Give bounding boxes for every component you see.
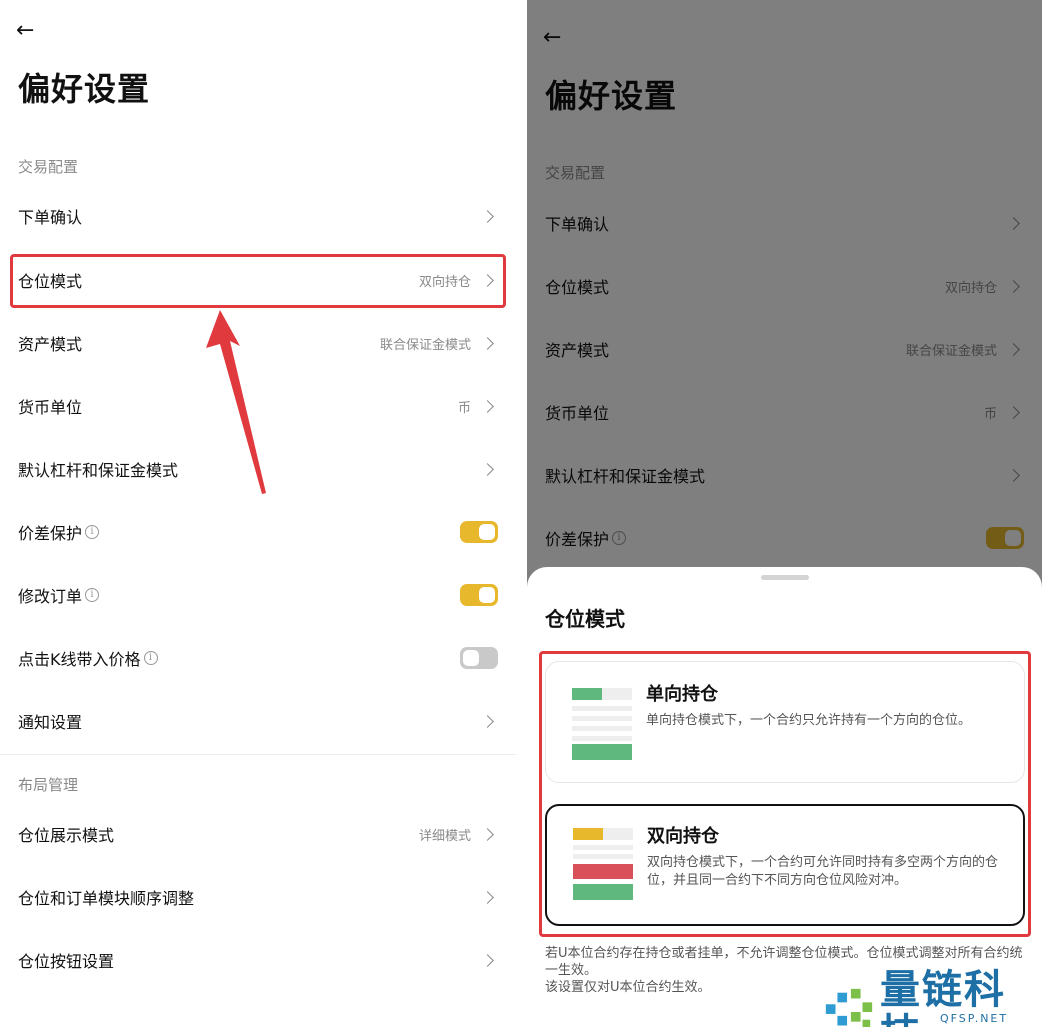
row-label: 资产模式: [18, 335, 83, 354]
row-label: 仓位按钮设置: [18, 952, 115, 971]
back-arrow-icon[interactable]: ←: [16, 20, 34, 42]
panel-gap: [516, 0, 527, 1006]
position-mode-sheet: 仓位模式 单向持仓 单向持仓模式下，一个合约只允许持有一个方向的仓位。 双向持仓…: [527, 567, 1042, 1006]
chevron-right-icon: [481, 714, 494, 728]
sheet-grabber[interactable]: [761, 575, 809, 580]
row-notification[interactable]: 通知设置: [18, 695, 496, 747]
section-label-layout: 布局管理: [18, 776, 79, 794]
chevron-right-icon: [481, 336, 494, 350]
row-kline-price: 点击K线带入价格 i: [18, 632, 498, 684]
row-value: 联合保证金模式: [379, 337, 471, 353]
annotation-arrow-icon: [206, 310, 266, 494]
row-label: 仓位展示模式: [18, 826, 115, 845]
row-position-buttons[interactable]: 仓位按钮设置: [18, 934, 496, 986]
watermark-logo-icon: [825, 988, 873, 1027]
price-protection-toggle[interactable]: [460, 521, 498, 543]
watermark: 量链科技 QFSP.NET: [822, 968, 1042, 1027]
row-label: 仓位和订单模块顺序调整: [18, 889, 195, 908]
section-label-trading: 交易配置: [18, 158, 79, 176]
info-icon[interactable]: i: [85, 588, 100, 602]
chevron-right-icon: [481, 209, 494, 223]
row-modify-order: 修改订单 i: [18, 569, 498, 621]
row-price-protection: 价差保护 i: [18, 506, 498, 558]
chevron-right-icon: [481, 890, 494, 904]
sheet-title: 仓位模式: [545, 607, 625, 631]
row-module-order[interactable]: 仓位和订单模块顺序调整: [18, 871, 496, 923]
preferences-screen-with-sheet: ← 偏好设置 交易配置 下单确认 仓位模式 双向持仓 资产模式 联合保证金模式 …: [527, 0, 1042, 1006]
highlight-box-position-mode: [10, 254, 506, 308]
section-divider: [0, 754, 516, 755]
chevron-right-icon: [481, 953, 494, 967]
row-value: 详细模式: [418, 828, 471, 844]
page-title: 偏好设置: [18, 70, 151, 108]
chevron-right-icon: [481, 827, 494, 841]
row-label: 通知设置: [18, 713, 83, 732]
row-label: 价差保护: [18, 524, 83, 543]
info-icon[interactable]: i: [85, 525, 100, 539]
row-label: 默认杠杆和保证金模式: [18, 461, 179, 480]
row-value: 币: [457, 400, 471, 416]
row-position-display[interactable]: 仓位展示模式 详细模式: [18, 808, 496, 860]
row-label: 下单确认: [18, 208, 83, 227]
preferences-screen: ← 偏好设置 交易配置 下单确认 仓位模式 双向持仓 资产模式 联合保证金模式 …: [0, 0, 516, 1006]
row-label: 修改订单: [18, 587, 83, 606]
chevron-right-icon: [481, 462, 494, 476]
row-order-confirm[interactable]: 下单确认: [18, 190, 496, 242]
row-label: 货币单位: [18, 398, 83, 417]
watermark-sub: QFSP.NET: [940, 1012, 1009, 1025]
modify-order-toggle[interactable]: [460, 584, 498, 606]
chevron-right-icon: [481, 399, 494, 413]
kline-price-toggle[interactable]: [460, 647, 498, 669]
highlight-box-options: [539, 651, 1031, 937]
row-label: 点击K线带入价格: [18, 650, 141, 669]
info-icon[interactable]: i: [143, 651, 158, 665]
